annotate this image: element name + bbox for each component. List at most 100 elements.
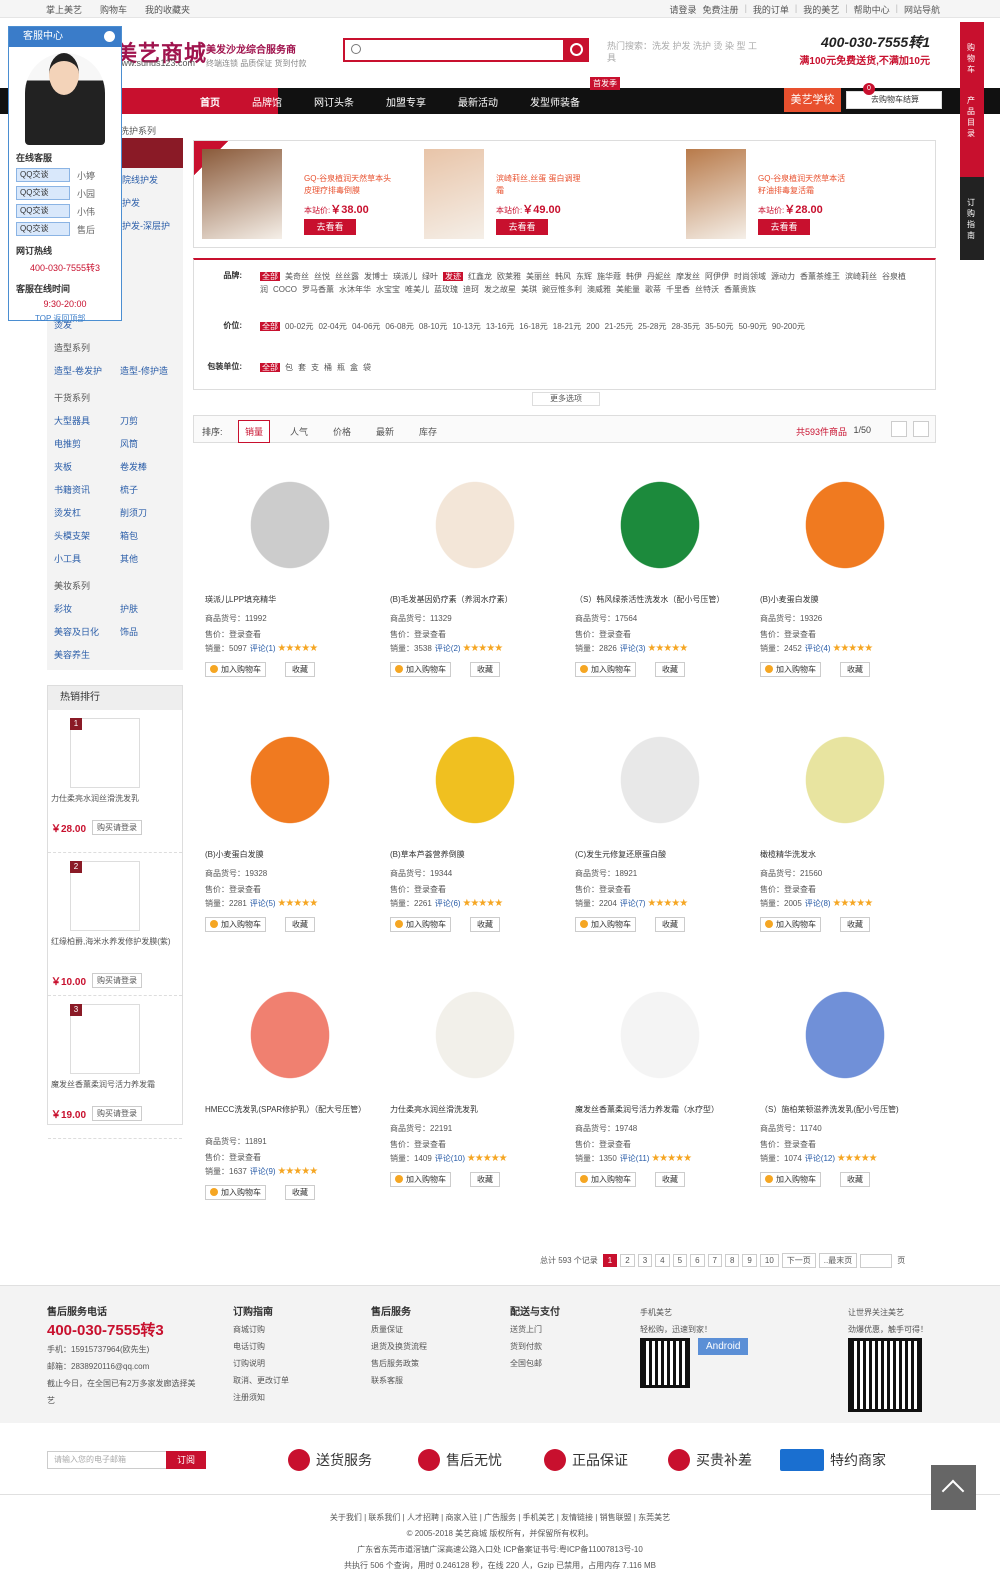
brand-option[interactable]: 千里香	[666, 285, 690, 294]
rank-name[interactable]: 魔发丝香薰柔润号活力养发霜	[51, 1078, 181, 1091]
price-option[interactable]: 13-16元	[486, 322, 514, 331]
promo-name[interactable]: 滨崎莉丝,丝蛋 蛋白调理霜	[496, 173, 588, 197]
brand-option[interactable]: 歌蒂	[645, 285, 661, 294]
sidebar-item[interactable]: 其他	[113, 547, 179, 570]
sort-stock[interactable]: 库存	[419, 425, 437, 438]
product-image[interactable]	[425, 980, 525, 1090]
review-link[interactable]: 评论(9)	[250, 1167, 276, 1176]
product-name[interactable]: HMECC洗发乳(SPAR修护乳）（配大号压管）	[205, 1103, 366, 1116]
sidebar-item[interactable]: 护肤	[113, 597, 179, 620]
sidebar-item[interactable]: 院线护发	[115, 168, 181, 191]
price-option[interactable]: 02-04元	[318, 322, 346, 331]
footer-link[interactable]: 质量保证	[371, 1321, 427, 1338]
promo-item[interactable]: 滨崎莉丝,丝蛋 蛋白调理霜 本站价:￥49.00 去看看	[394, 149, 580, 241]
brand-option[interactable]: 时尚领域	[734, 272, 766, 281]
buy-login-button[interactable]: 购买请登录	[92, 820, 142, 835]
brand-option[interactable]: 摩发丝	[676, 272, 700, 281]
brand-option[interactable]: 滨崎莉丝	[845, 272, 877, 281]
review-link[interactable]: 评论(11)	[620, 1154, 650, 1163]
add-to-cart-button[interactable]: 加入购物车	[390, 1172, 451, 1187]
login-link[interactable]: 请登录	[670, 3, 697, 16]
brand-option[interactable]: 丝丝露	[335, 272, 359, 281]
brand-option[interactable]: 阿伊伊	[705, 272, 729, 281]
price-option[interactable]: 35-50元	[705, 322, 733, 331]
footer-link[interactable]: 货到付款	[510, 1338, 560, 1355]
footer-link[interactable]: 全国包邮	[510, 1355, 560, 1372]
sidebar-item[interactable]: 梳子	[113, 478, 179, 501]
product-image[interactable]	[425, 725, 525, 835]
promo-image[interactable]	[424, 149, 484, 239]
add-to-cart-button[interactable]: 加入购物车	[760, 917, 821, 932]
brand-option[interactable]: 唯美儿	[405, 285, 429, 294]
sort-popularity[interactable]: 人气	[290, 425, 308, 438]
favorite-button[interactable]: 收藏	[655, 1172, 685, 1187]
nav-franchise[interactable]: 加盟专享	[386, 94, 426, 109]
review-link[interactable]: 评论(2)	[435, 644, 461, 653]
add-to-cart-button[interactable]: 加入购物车	[575, 1172, 636, 1187]
sidebar-item[interactable]: 烫发杠	[47, 501, 113, 524]
product-image[interactable]	[240, 980, 340, 1090]
product-image[interactable]	[795, 725, 895, 835]
unit-option[interactable]: 全部	[260, 363, 280, 372]
footer-link[interactable]: 商城订购	[233, 1321, 289, 1338]
price-option[interactable]: 28-35元	[672, 322, 700, 331]
product-name[interactable]: 力仕柔亮水润丝滑洗发乳	[390, 1103, 550, 1116]
footer-link[interactable]: 售后服务政策	[371, 1355, 427, 1372]
brand-option[interactable]: 水沐年华	[339, 285, 371, 294]
sidebar-item[interactable]: 美容及日化	[47, 620, 113, 643]
sidebar-item[interactable]: 书籍资讯	[47, 478, 113, 501]
brand-option[interactable]: 美奇丝	[285, 272, 309, 281]
brand-option[interactable]: 丝悦	[314, 272, 330, 281]
brand-option[interactable]: 欧莱雅	[497, 272, 521, 281]
price-option[interactable]: 10-13元	[452, 322, 480, 331]
footer-link[interactable]: 取消、更改订单	[233, 1372, 289, 1389]
email-subscribe-input[interactable]: 请输入您的电子邮箱	[47, 1451, 167, 1469]
nav-events[interactable]: 最新活动	[458, 94, 498, 109]
unit-option[interactable]: 包	[285, 363, 293, 372]
favorite-button[interactable]: 收藏	[655, 662, 685, 677]
sidebar-item[interactable]: 小工具	[47, 547, 113, 570]
product-name[interactable]: 橄榄精华洗发水	[760, 848, 920, 861]
price-option[interactable]: 04-06元	[352, 322, 380, 331]
product-name[interactable]: 瑛派儿LPP填充精华	[205, 593, 365, 606]
product-name[interactable]: （S）施柏莱顿滋养洗发乳(配小号压管)	[760, 1103, 920, 1116]
review-link[interactable]: 评论(6)	[435, 899, 461, 908]
last-page[interactable]: ..最末页	[818, 1253, 858, 1268]
favorite-button[interactable]: 收藏	[840, 662, 870, 677]
qq-chat-button[interactable]: QQ交谈	[16, 168, 70, 182]
nav-brands[interactable]: 品牌馆	[252, 94, 282, 109]
brand-option[interactable]: 罗马香薰	[302, 285, 334, 294]
brand-option[interactable]: 绿叶	[422, 272, 438, 281]
my-orders-link[interactable]: 我的订单	[753, 3, 789, 16]
prev-page-button[interactable]	[891, 421, 907, 437]
promo-name[interactable]: GQ-谷泉植润天然草本活籽油排毒复活霜	[758, 173, 850, 197]
help-link[interactable]: 帮助中心	[854, 3, 890, 16]
review-link[interactable]: 评论(12)	[805, 1154, 835, 1163]
links-row[interactable]: 关于我们 | 联系我们 | 人才招聘 | 商家入驻 | 广告服务 | 手机美艺 …	[0, 1510, 1000, 1526]
next-page-button[interactable]	[913, 421, 929, 437]
brand-option[interactable]: 丹妮丝	[647, 272, 671, 281]
page-jump-input[interactable]	[860, 1253, 893, 1268]
price-option[interactable]: 25-28元	[638, 322, 666, 331]
review-link[interactable]: 评论(10)	[435, 1154, 465, 1163]
brand-option[interactable]: COCO	[273, 285, 297, 294]
add-to-cart-button[interactable]: 加入购物车	[760, 662, 821, 677]
brand-option[interactable]: 施华蔻	[597, 272, 621, 281]
promo-image[interactable]	[686, 149, 746, 239]
go-look-button[interactable]: 去看看	[304, 219, 356, 235]
brand-option[interactable]: 发之故星	[484, 285, 516, 294]
rank-item[interactable]: 1 力仕柔亮水润丝滑洗发乳 ￥28.00 购买请登录	[48, 710, 182, 853]
add-to-cart-button[interactable]: 加入购物车	[760, 1172, 821, 1187]
page-number[interactable]: 8	[724, 1254, 740, 1267]
rank-name[interactable]: 力仕柔亮水润丝滑洗发乳	[51, 792, 181, 805]
sidebar-item[interactable]: 卷发棒	[113, 455, 179, 478]
add-to-cart-button[interactable]: 加入购物车	[575, 662, 636, 677]
sidebar-item[interactable]: 夹板	[47, 455, 113, 478]
product-name[interactable]: (B)毛发基因奶疗素（养润水疗素）	[390, 593, 550, 606]
sidebar-item[interactable]: 护发	[115, 191, 181, 214]
favorite-button[interactable]: 收藏	[840, 1172, 870, 1187]
product-name[interactable]: （S）韩风绿茶活性洗发水（配小号压管）	[575, 593, 735, 606]
add-to-cart-button[interactable]: 加入购物车	[575, 917, 636, 932]
favorite-button[interactable]: 收藏	[285, 662, 315, 677]
sidebar-item[interactable]: 风筒	[113, 432, 179, 455]
